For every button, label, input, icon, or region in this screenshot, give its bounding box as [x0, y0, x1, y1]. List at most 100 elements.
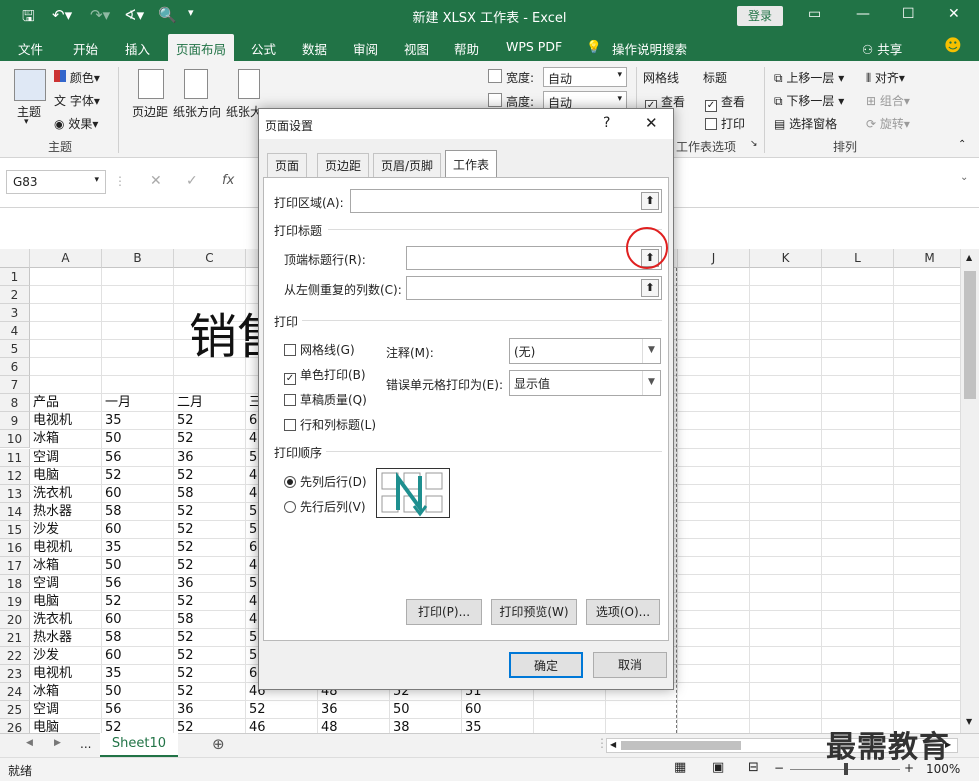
name-box[interactable]: G83 ▾	[6, 170, 106, 194]
table-cell[interactable]: 60	[102, 521, 173, 539]
table-cell[interactable]: 52	[102, 593, 173, 611]
table-cell[interactable]: 沙发	[30, 521, 101, 539]
cancel-button[interactable]: 取消	[593, 652, 667, 678]
scroll-left-icon[interactable]: ◀	[610, 740, 616, 749]
row-header[interactable]: 3	[0, 304, 30, 323]
row-header[interactable]: 15	[0, 520, 30, 539]
row-header[interactable]: 17	[0, 556, 30, 575]
zoom-out-icon[interactable]: −	[774, 761, 784, 775]
ok-button[interactable]: 确定	[509, 652, 583, 678]
margins-button[interactable]: 页边距	[132, 103, 168, 120]
align-button[interactable]: ⫴ 对齐▾	[866, 69, 905, 86]
row-col-headings-checkbox[interactable]: 行和列标题(L)	[284, 416, 376, 433]
effects-button[interactable]: ◉ 效果▾	[54, 115, 98, 132]
table-cell[interactable]: 60	[102, 647, 173, 665]
comments-select[interactable]: (无) ▼	[509, 338, 661, 364]
table-cell[interactable]: 52	[174, 557, 245, 575]
table-cell[interactable]: 58	[174, 611, 245, 629]
dialog-tab-margins[interactable]: 页边距	[317, 153, 370, 177]
table-cell[interactable]: 36	[174, 701, 245, 719]
row-header[interactable]: 5	[0, 340, 30, 359]
options-button[interactable]: 选项(O)...	[586, 599, 660, 625]
dialog-tab-page[interactable]: 页面	[267, 153, 308, 177]
insert-function-icon[interactable]: fx	[222, 173, 234, 188]
minimize-icon[interactable]: —	[856, 6, 870, 22]
table-cell[interactable]: 52	[174, 719, 245, 733]
table-cell[interactable]: 电脑	[30, 719, 101, 733]
smiley-icon[interactable]: ☻	[944, 36, 962, 56]
row-header[interactable]: 26	[0, 719, 30, 733]
table-cell[interactable]: 56	[102, 449, 173, 467]
collapse-dialog-icon[interactable]: ⬆	[641, 279, 659, 297]
table-cell[interactable]: 热水器	[30, 503, 101, 521]
table-cell[interactable]: 52	[246, 701, 317, 719]
tab-review[interactable]: 审阅	[353, 39, 378, 58]
table-cell[interactable]: 48	[318, 719, 389, 733]
themes-dropdown-icon[interactable]: ▾	[24, 117, 29, 127]
tab-help[interactable]: 帮助	[454, 39, 479, 58]
print-preview-button[interactable]: 打印预览(W)	[491, 599, 577, 625]
select-all-corner[interactable]	[0, 249, 30, 268]
table-cell[interactable]: 56	[102, 575, 173, 593]
cell-errors-select[interactable]: 显示值 ▼	[509, 370, 661, 396]
table-cell[interactable]: 沙发	[30, 647, 101, 665]
dialog-tab-sheet[interactable]: 工作表	[445, 150, 498, 178]
table-cell[interactable]: 52	[174, 521, 245, 539]
ribbon-display-icon[interactable]: ▭	[808, 6, 821, 22]
column-header[interactable]: B	[102, 249, 174, 268]
gridlines-checkbox[interactable]: 网格线(G)	[284, 341, 355, 358]
print-area-input[interactable]: ⬆	[350, 189, 662, 213]
row-header[interactable]: 20	[0, 610, 30, 629]
table-cell[interactable]: 52	[174, 412, 245, 430]
table-cell[interactable]: 电视机	[30, 539, 101, 557]
table-cell[interactable]: 60	[102, 485, 173, 503]
table-cell[interactable]: 35	[102, 412, 173, 430]
row-header[interactable]: 16	[0, 538, 30, 557]
row-header[interactable]: 12	[0, 466, 30, 485]
add-sheet-icon[interactable]: ⊕	[212, 735, 225, 753]
prev-sheet-icon[interactable]: ◀	[26, 738, 33, 748]
row-header[interactable]: 9	[0, 412, 30, 431]
table-cell[interactable]: 52	[174, 539, 245, 557]
table-cell[interactable]: 空调	[30, 449, 101, 467]
print-button[interactable]: 打印(P)...	[406, 599, 482, 625]
table-cell[interactable]: 35	[102, 665, 173, 683]
expand-formula-icon[interactable]: ⌄	[960, 172, 968, 183]
table-cell[interactable]: 电视机	[30, 412, 101, 430]
headings-view-checkbox[interactable]: ✓ 查看	[705, 93, 745, 112]
page-break-view-icon[interactable]: ⊟	[748, 760, 759, 775]
maximize-icon[interactable]: ☐	[902, 6, 915, 22]
help-button[interactable]: ?	[603, 115, 610, 131]
table-cell[interactable]: 60	[462, 701, 533, 719]
orientation-icon[interactable]	[184, 69, 208, 99]
width-select[interactable]: 自动 ▾	[543, 67, 627, 87]
column-header[interactable]: K	[750, 249, 822, 268]
sheet-options-launcher-icon[interactable]: ↘	[750, 139, 758, 149]
table-cell[interactable]: 空调	[30, 575, 101, 593]
sheet-tab-active[interactable]: Sheet10	[100, 733, 178, 757]
row-header[interactable]: 13	[0, 484, 30, 503]
close-icon[interactable]: ✕	[645, 114, 658, 132]
table-cell[interactable]: 冰箱	[30, 683, 101, 701]
table-cell[interactable]: 52	[174, 430, 245, 448]
share-button[interactable]: ⚇ 共享	[862, 39, 902, 58]
table-cell[interactable]: 58	[102, 503, 173, 521]
rotate-button[interactable]: ⟳ 旋转▾	[866, 115, 910, 132]
table-cell[interactable]: 冰箱	[30, 430, 101, 448]
tab-page-layout[interactable]: 页面布局	[168, 34, 235, 61]
row-header[interactable]: 10	[0, 430, 30, 449]
draft-quality-checkbox[interactable]: 草稿质量(Q)	[284, 391, 367, 408]
size-icon[interactable]	[238, 69, 260, 99]
table-cell[interactable]: 52	[174, 467, 245, 485]
table-cell[interactable]: 36	[318, 701, 389, 719]
table-cell[interactable]: 50	[102, 430, 173, 448]
table-cell[interactable]: 50	[102, 557, 173, 575]
login-button[interactable]: 登录	[737, 6, 783, 26]
table-cell[interactable]: 35	[102, 539, 173, 557]
row-header[interactable]: 21	[0, 629, 30, 648]
row-header[interactable]: 25	[0, 701, 30, 720]
table-cell[interactable]: 52	[174, 593, 245, 611]
row-header[interactable]: 14	[0, 502, 30, 521]
close-window-icon[interactable]: ✕	[948, 6, 960, 22]
table-cell[interactable]: 36	[174, 575, 245, 593]
